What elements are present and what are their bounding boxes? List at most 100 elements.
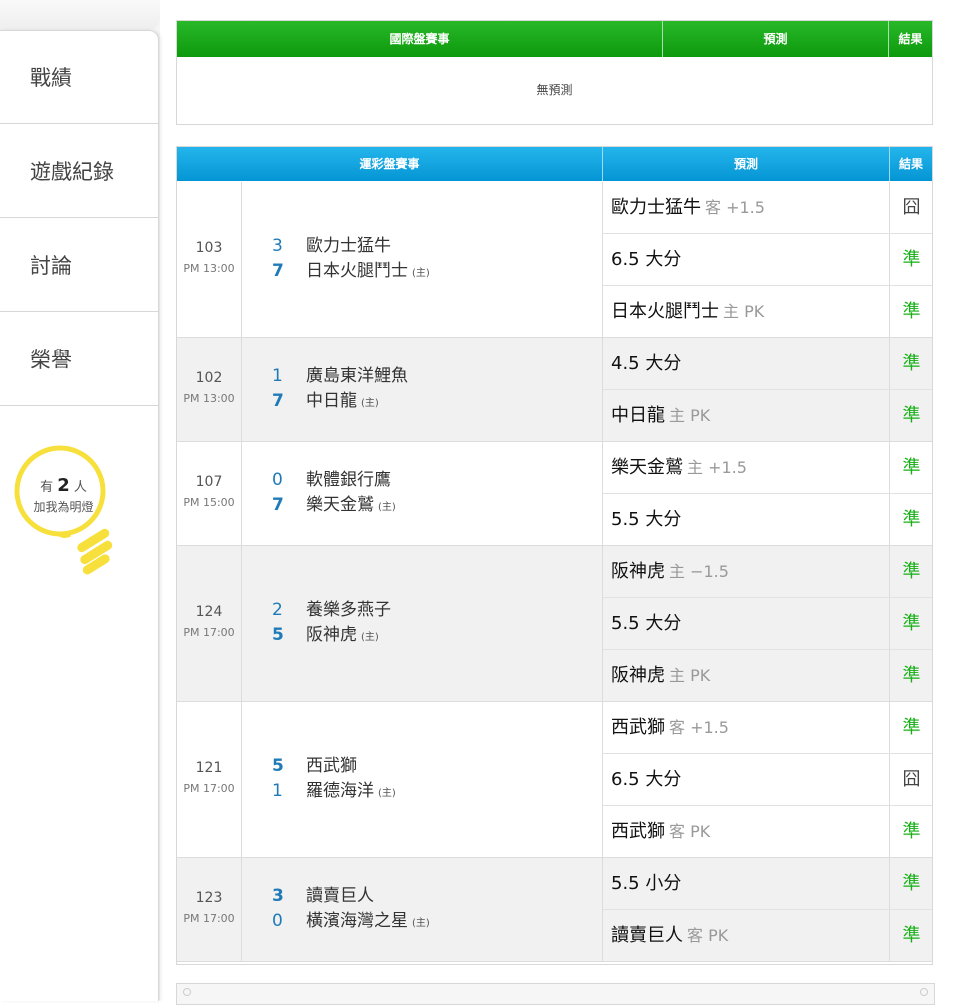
home-team-name: 阪神虎 [306, 625, 357, 645]
game-time: PM 13:00 [183, 262, 235, 275]
intl-result-header: 結果 [898, 32, 923, 46]
home-score: 1 [272, 781, 283, 801]
prediction-main: 歐力士猛牛 [611, 197, 701, 218]
away-team-name: 軟體銀行鷹 [306, 470, 391, 490]
sport-result-header: 結果 [898, 157, 923, 171]
home-score: 7 [272, 495, 284, 515]
game-time: PM 13:00 [183, 392, 235, 405]
away-team-name: 讀賣巨人 [306, 886, 374, 906]
game-teams: 5 西武獅 1 羅德海洋 (主) [272, 754, 602, 804]
game-time: PM 17:00 [183, 782, 235, 795]
away-score: 0 [272, 470, 283, 490]
prediction-text: 西武獅客 +1.5 [611, 702, 729, 753]
prediction-text: 5.5 大分 [611, 494, 681, 545]
home-tag: (主) [378, 788, 396, 799]
home-score: 5 [272, 625, 284, 645]
game-number: 102 [195, 370, 223, 386]
home-team: 7 樂天金鷲 (主) [272, 493, 602, 518]
column-divider [241, 182, 242, 337]
away-team-name: 廣島東洋鯉魚 [306, 366, 408, 386]
prediction-result: 準 [902, 821, 921, 842]
game-number: 121 [195, 760, 223, 776]
sidebar-item-label: 榮譽 [30, 348, 72, 372]
game-id: 123 PM 17:00 [177, 890, 241, 925]
away-score: 3 [272, 886, 284, 906]
prediction-result: 準 [902, 665, 921, 686]
game-teams: 3 讀賣巨人 0 橫濱海灣之星 (主) [272, 884, 602, 934]
game-id: 124 PM 17:00 [177, 604, 241, 639]
home-score: 7 [272, 391, 284, 411]
home-team: 7 日本火腿鬥士 (主) [272, 259, 602, 284]
prediction-row: 西武獅客 +1.5 準 [603, 702, 932, 754]
prediction-main: 樂天金鷲 [611, 457, 683, 478]
prediction-result: 囧 [902, 769, 921, 790]
prediction-result: 準 [902, 613, 921, 634]
game-id: 121 PM 17:00 [177, 760, 241, 795]
away-score: 2 [272, 600, 283, 620]
game-time: PM 17:00 [183, 626, 235, 639]
prediction-detail: 主 −1.5 [669, 562, 729, 581]
prediction-detail: 客 +1.5 [705, 198, 765, 217]
prediction-detail: 主 PK [669, 666, 711, 685]
prediction-result: 囧 [902, 197, 921, 218]
column-divider [241, 858, 242, 961]
prediction-detail: 客 PK [669, 822, 711, 841]
home-team: 0 橫濱海灣之星 (主) [272, 909, 602, 934]
game-row: 121 PM 17:00 5 西武獅 1 羅德海洋 (主) 西武獅客 +1.5 準 6.5 大分囧… [177, 702, 932, 858]
sport-prediction-header: 預測 [603, 147, 890, 181]
column-divider [241, 702, 242, 857]
prediction-text: 6.5 大分 [611, 754, 681, 805]
sport-event-header: 運彩盤賽事 [177, 147, 603, 181]
game-number: 107 [195, 474, 223, 490]
prediction-row: 日本火腿鬥士主 PK 準 [603, 286, 932, 338]
prediction-row: 5.5 大分 準 [603, 598, 932, 650]
intl-table-header: 國際盤賽事 預測 結果 [177, 21, 932, 57]
comment-box[interactable] [176, 983, 935, 1005]
prediction-main: 6.5 大分 [611, 249, 682, 270]
prediction-main: 阪神虎 [611, 665, 665, 686]
prediction-text: 4.5 大分 [611, 338, 681, 389]
prediction-row: 中日龍主 PK 準 [603, 390, 932, 442]
prediction-text: 中日龍主 PK [611, 390, 710, 441]
game-number: 124 [195, 604, 223, 620]
sidebar-item-discussion[interactable]: 討論 [0, 219, 158, 312]
home-tag: (主) [361, 632, 379, 643]
sidebar-item-honors[interactable]: 榮譽 [0, 313, 158, 406]
prediction-result: 準 [902, 509, 921, 530]
game-number: 103 [195, 240, 223, 256]
intl-event-header: 國際盤賽事 [177, 21, 663, 57]
sport-predictions-card: 運彩盤賽事 預測 結果 103 PM 13:00 3 歐力士猛牛 7 日本火腿鬥士 (主) 歐… [176, 146, 933, 965]
sidebar-item-game-history[interactable]: 遊戲紀錄 [0, 125, 158, 218]
prediction-detail: 主 +1.5 [687, 458, 747, 477]
prediction-text: 樂天金鷲主 +1.5 [611, 442, 747, 493]
game-row: 124 PM 17:00 2 養樂多燕子 5 阪神虎 (主) 阪神虎主 −1.5 準 5.5 大分… [177, 546, 932, 702]
intl-empty-message: 無預測 [536, 83, 573, 97]
prediction-result: 準 [902, 873, 921, 894]
home-team: 5 阪神虎 (主) [272, 623, 602, 648]
prediction-detail: 主 PK [669, 406, 711, 425]
prediction-text: 5.5 小分 [611, 858, 681, 909]
home-team: 1 羅德海洋 (主) [272, 779, 602, 804]
home-score: 7 [272, 261, 284, 281]
away-team: 3 歐力士猛牛 [272, 234, 602, 259]
sport-table-header: 運彩盤賽事 預測 結果 [177, 147, 932, 181]
away-team-name: 養樂多燕子 [306, 600, 391, 620]
game-row: 103 PM 13:00 3 歐力士猛牛 7 日本火腿鬥士 (主) 歐力士猛牛客 +1.5 囧 6… [177, 182, 932, 338]
sidebar-item-label: 遊戲紀錄 [30, 160, 114, 184]
away-team: 3 讀賣巨人 [272, 884, 602, 909]
bulb-count-text: 有 2 人 [40, 475, 87, 496]
home-team: 7 中日龍 (主) [272, 389, 602, 414]
corner-dot-icon [920, 988, 928, 996]
game-teams: 1 廣島東洋鯉魚 7 中日龍 (主) [272, 364, 602, 414]
prediction-text: 歐力士猛牛客 +1.5 [611, 182, 765, 233]
prediction-text: 阪神虎主 PK [611, 650, 710, 701]
sidebar-item-label: 戰績 [30, 66, 72, 90]
prediction-result: 準 [902, 717, 921, 738]
sidebar-item-record[interactable]: 戰績 [0, 31, 158, 124]
prediction-main: 中日龍 [611, 405, 665, 426]
prediction-result: 準 [902, 249, 921, 270]
intl-prediction-header: 預測 [663, 21, 889, 57]
away-team: 5 西武獅 [272, 754, 602, 779]
game-id: 107 PM 15:00 [177, 474, 241, 509]
prediction-result: 準 [902, 353, 921, 374]
